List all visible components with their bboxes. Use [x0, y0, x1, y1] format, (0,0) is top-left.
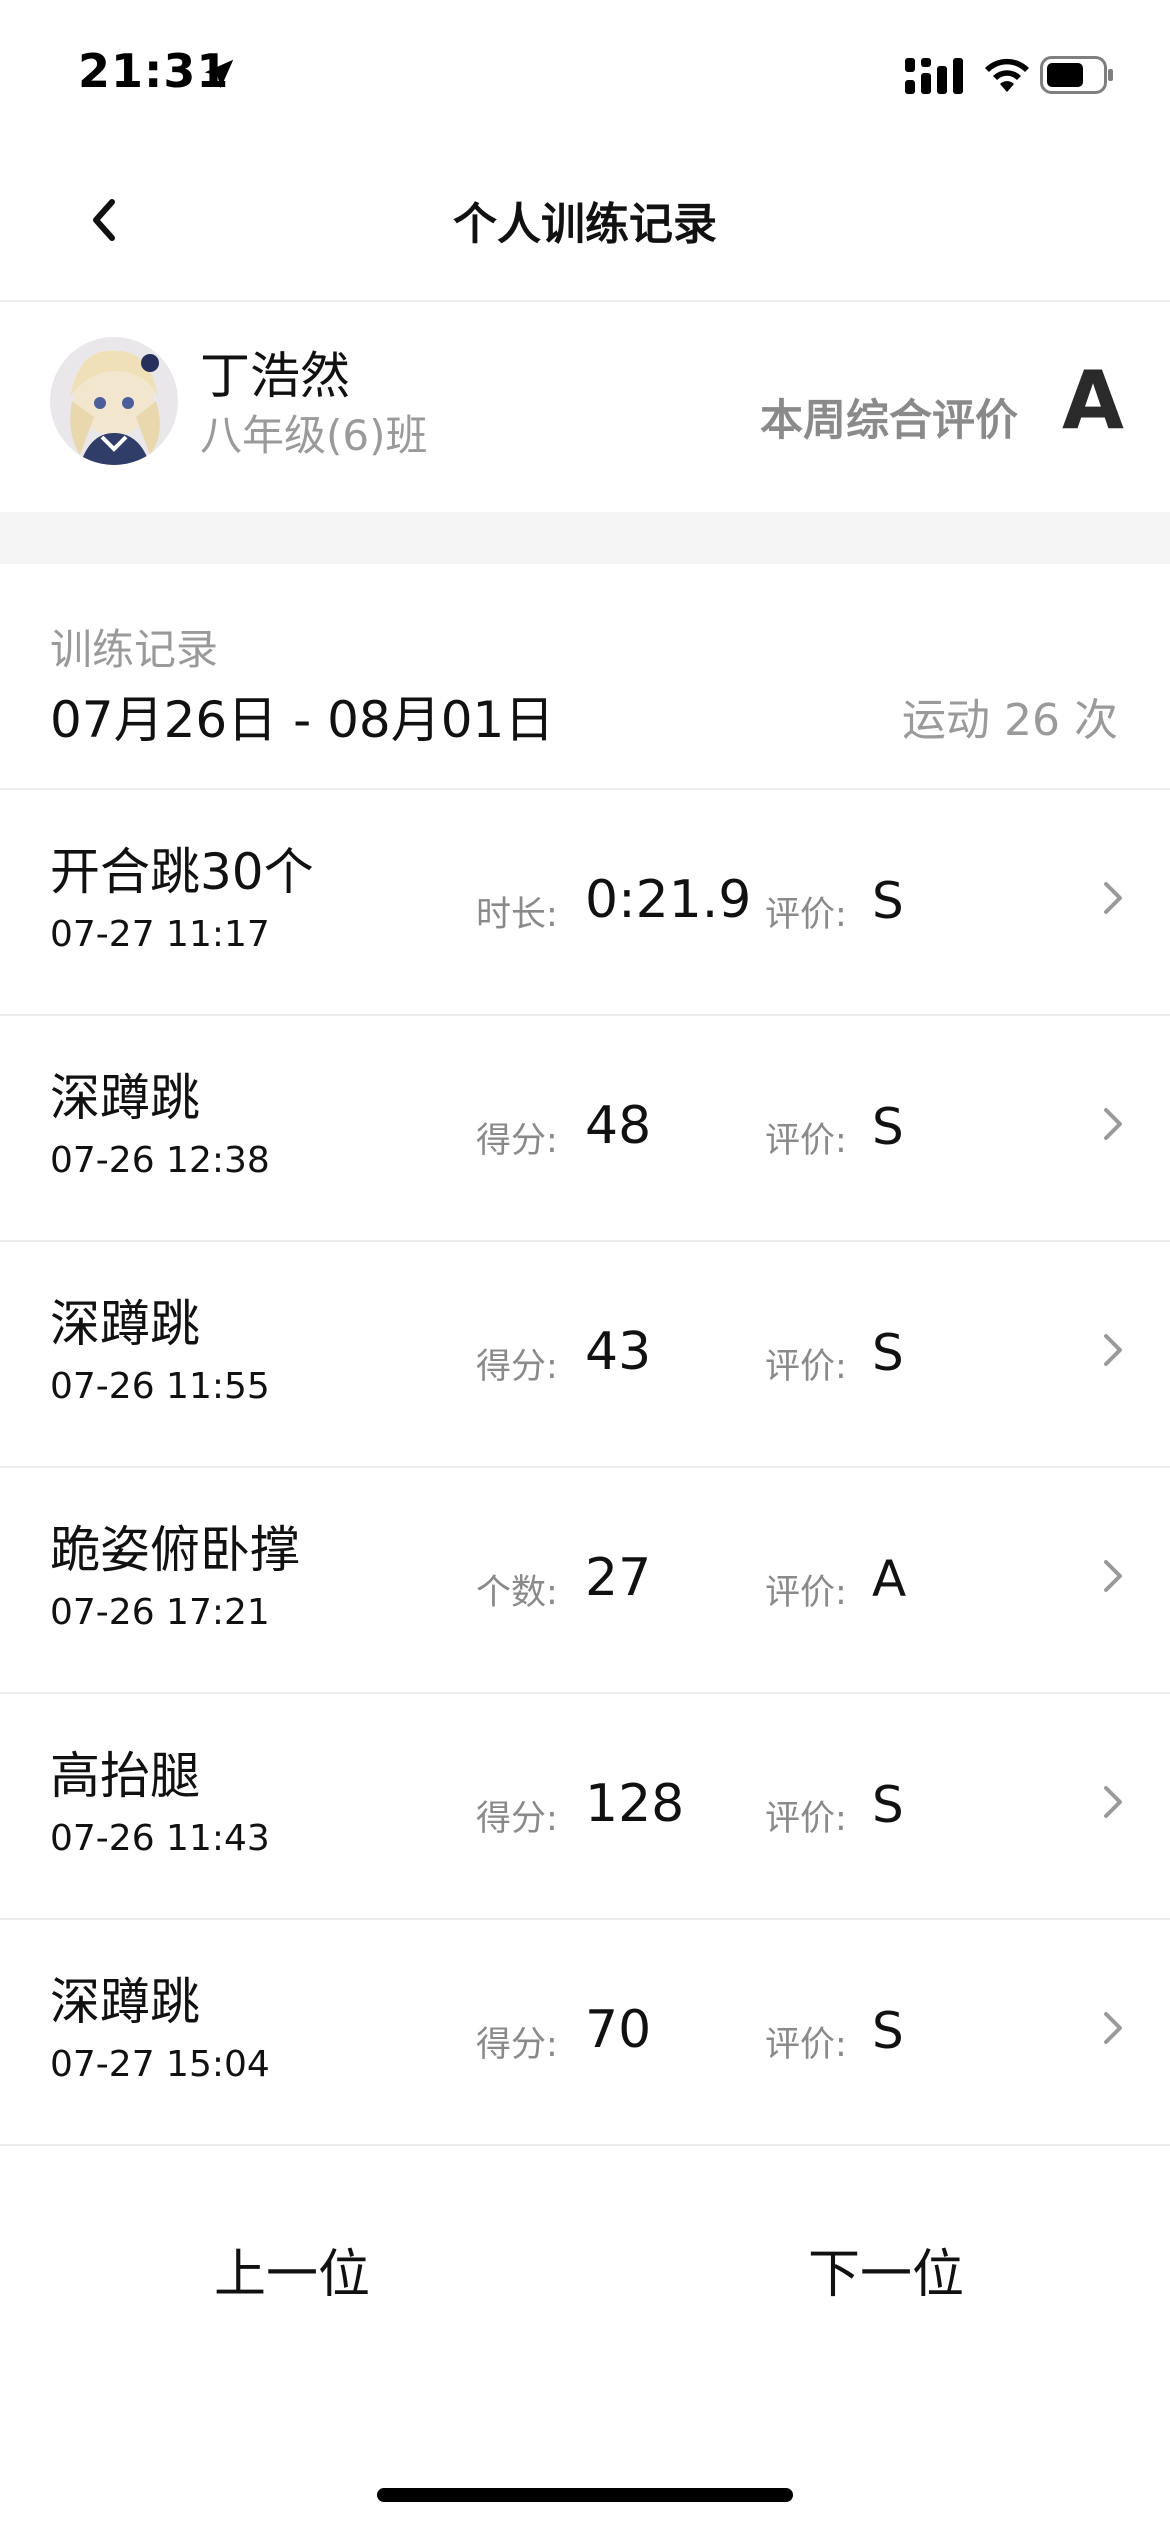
exercise-name: 深蹲跳	[50, 1973, 200, 2031]
record-row[interactable]: 深蹲跳 07-27 15:04 得分: 70 评价: S	[0, 1920, 1170, 2146]
grade-value: S	[872, 1098, 904, 1156]
grade-label: 评价:	[765, 1121, 847, 1161]
next-student-button[interactable]: 下一位	[808, 2232, 964, 2307]
exercise-time: 07-26 12:38	[50, 1140, 270, 1181]
chevron-right-icon	[1104, 1786, 1122, 1818]
weekly-evaluation-grade: A	[1062, 354, 1124, 447]
grade-value: S	[872, 1324, 904, 1382]
exercise-count: 运动 26 次	[902, 695, 1118, 746]
record-row[interactable]: 高抬腿 07-26 11:43 得分: 128 评价: S	[0, 1694, 1170, 1920]
record-row[interactable]: 开合跳30个 07-27 11:17 时长: 0:21.9 评价: S	[0, 790, 1170, 1016]
chevron-right-icon	[1104, 1334, 1122, 1366]
exercise-name: 深蹲跳	[50, 1069, 200, 1127]
metric-label: 时长:	[476, 895, 558, 935]
metric-label: 得分:	[476, 2025, 558, 2065]
metric-value: 128	[585, 1774, 685, 1834]
exercise-name: 深蹲跳	[50, 1295, 200, 1353]
grade-label: 评价:	[765, 895, 847, 935]
student-class: 八年级(6)班	[200, 411, 428, 460]
metric-label: 得分:	[476, 1799, 558, 1839]
metric-value: 48	[585, 1096, 652, 1156]
grade-label: 评价:	[765, 2025, 847, 2065]
metric-label: 得分:	[476, 1347, 558, 1387]
grade-label: 评价:	[765, 1799, 847, 1839]
chevron-right-icon	[1104, 2012, 1122, 2044]
exercise-name: 跪姿俯卧撑	[50, 1521, 300, 1579]
grade-value: A	[872, 1550, 907, 1608]
records-label: 训练记录	[50, 625, 219, 674]
page-title: 个人训练记录	[453, 199, 717, 250]
metric-label: 得分:	[476, 1121, 558, 1161]
exercise-time: 07-26 11:55	[50, 1366, 270, 1407]
record-row[interactable]: 跪姿俯卧撑 07-26 17:21 个数: 27 评价: A	[0, 1468, 1170, 1694]
location-arrow-icon	[204, 59, 234, 89]
previous-student-button[interactable]: 上一位	[214, 2232, 370, 2307]
metric-value: 43	[585, 1322, 652, 1382]
nav-divider	[0, 300, 1170, 302]
grade-label: 评价:	[765, 1347, 847, 1387]
home-indicator[interactable]	[377, 2488, 793, 2502]
exercise-time: 07-27 15:04	[50, 2044, 270, 2085]
avatar	[50, 337, 178, 465]
chevron-right-icon	[1104, 1560, 1122, 1592]
section-separator	[0, 512, 1170, 564]
metric-value: 27	[585, 1548, 652, 1608]
records-date-range: 07月26日 - 08月01日	[50, 691, 555, 749]
student-name: 丁浩然	[200, 347, 350, 405]
weekly-evaluation-label: 本周综合评价	[760, 396, 1018, 446]
exercise-name: 开合跳30个	[50, 843, 314, 901]
exercise-time: 07-26 11:43	[50, 1818, 270, 1859]
chevron-right-icon	[1104, 1108, 1122, 1140]
cellular-signal-icon	[905, 58, 963, 94]
grade-value: S	[872, 872, 904, 930]
metric-value: 70	[585, 2000, 652, 2060]
record-row[interactable]: 深蹲跳 07-26 12:38 得分: 48 评价: S	[0, 1016, 1170, 1242]
grade-label: 评价:	[765, 1573, 847, 1613]
exercise-time: 07-27 11:17	[50, 914, 270, 955]
grade-value: S	[872, 2002, 904, 2060]
chevron-right-icon	[1104, 882, 1122, 914]
exercise-name: 高抬腿	[50, 1747, 200, 1805]
wifi-icon	[985, 58, 1029, 92]
metric-label: 个数:	[476, 1573, 558, 1613]
exercise-time: 07-26 17:21	[50, 1592, 270, 1633]
metric-value: 0:21.9	[585, 870, 752, 930]
battery-icon	[1040, 56, 1113, 94]
record-row[interactable]: 深蹲跳 07-26 11:55 得分: 43 评价: S	[0, 1242, 1170, 1468]
grade-value: S	[872, 1776, 904, 1834]
